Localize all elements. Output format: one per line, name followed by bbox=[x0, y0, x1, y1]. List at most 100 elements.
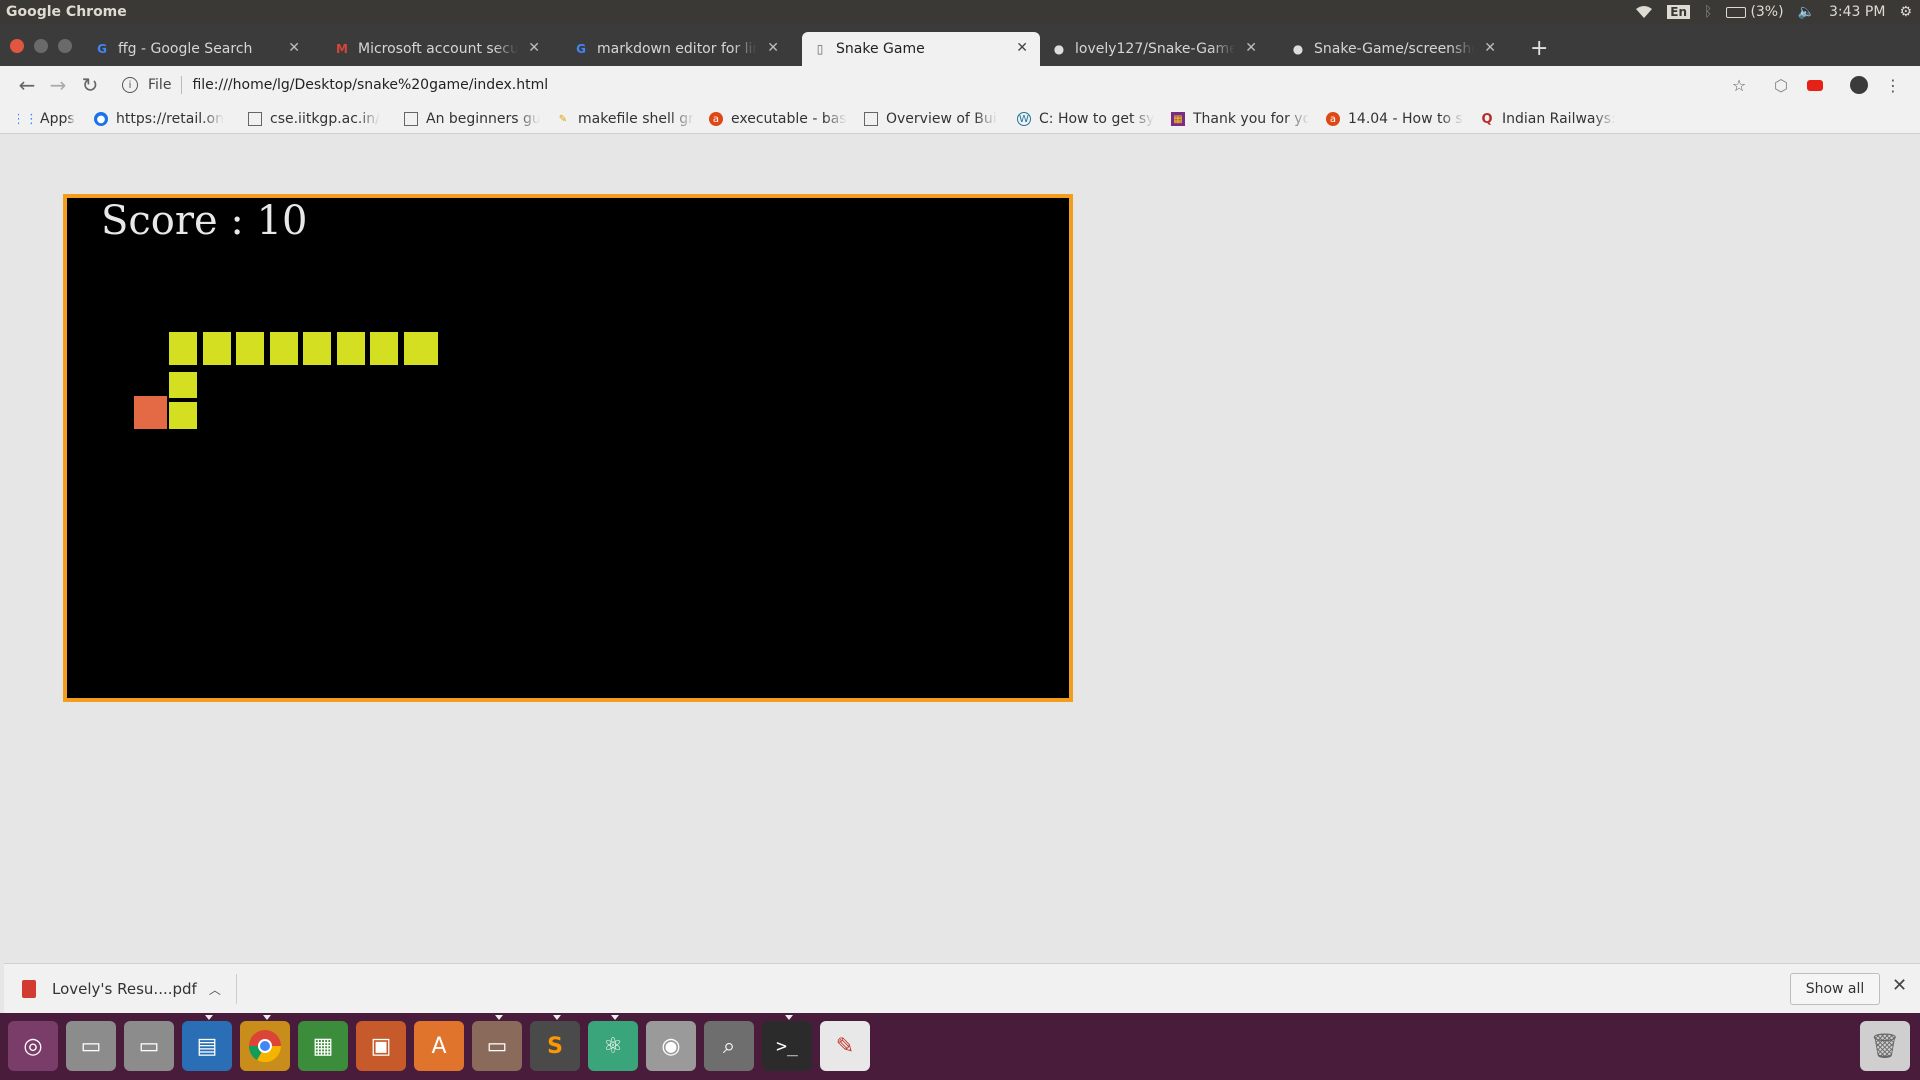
files-icon[interactable]: ▭ bbox=[472, 1021, 522, 1071]
askubuntu-icon: a bbox=[709, 112, 723, 126]
battery-percent: (3%) bbox=[1750, 4, 1784, 20]
pdf-reader-icon[interactable]: ✎ bbox=[820, 1021, 870, 1071]
impress-icon[interactable]: ▣ bbox=[356, 1021, 406, 1071]
bookmark-beginners-guide[interactable]: An beginners gu bbox=[404, 109, 540, 129]
atom-icon[interactable]: ⚛ bbox=[588, 1021, 638, 1071]
download-file-name: Lovely's Resu....pdf bbox=[52, 980, 197, 998]
address-bar[interactable]: i File file:///home/lg/Desktop/snake%20g… bbox=[112, 70, 1752, 100]
bookmark-apps[interactable]: ⋮⋮ Apps bbox=[18, 109, 90, 129]
window-close-button[interactable] bbox=[10, 39, 24, 53]
snake-segment bbox=[303, 332, 331, 365]
tab-github-snake-game[interactable]: ● lovely127/Snake-Game: A ✕ bbox=[1041, 32, 1269, 66]
url-text[interactable]: file:///home/lg/Desktop/snake%20game/ind… bbox=[192, 77, 548, 93]
ubuntu-launcher: ◎ ▭ ▭ ▤ ▦ ▣ A ▭ S ⚛ ◉ ⌕ >_ ✎ 🗑 bbox=[0, 1013, 1920, 1080]
disk-drive-icon[interactable]: ▭ bbox=[66, 1021, 116, 1071]
bookmark-indian-railways[interactable]: Q Indian Railways: bbox=[1480, 109, 1620, 129]
show-all-button[interactable]: Show all bbox=[1790, 973, 1880, 1005]
game-canvas[interactable]: Score : 10 bbox=[63, 194, 1073, 702]
tab-title: markdown editor for linu bbox=[597, 41, 757, 57]
back-icon[interactable]: ← bbox=[14, 72, 40, 98]
page-content: Score : 10 bbox=[4, 135, 1920, 963]
volume-icon[interactable]: 🔈 bbox=[1798, 4, 1815, 20]
tab-ffg-google-search[interactable]: G ffg - Google Search ✕ bbox=[84, 32, 312, 66]
bookmark-retail[interactable]: ● https://retail.on bbox=[94, 109, 234, 129]
close-icon[interactable]: ✕ bbox=[1484, 40, 1496, 56]
snake-segment bbox=[169, 372, 197, 398]
forward-icon[interactable]: → bbox=[45, 72, 71, 98]
tab-title: Microsoft account securi bbox=[358, 41, 518, 57]
lightbulb-icon: ✎ bbox=[558, 113, 568, 125]
bluetooth-icon[interactable]: ᛒ bbox=[1704, 4, 1712, 20]
tab-title: lovely127/Snake-Game: A bbox=[1075, 41, 1235, 57]
close-icon[interactable]: ✕ bbox=[288, 40, 300, 56]
chevron-up-icon[interactable]: ︿ bbox=[209, 981, 221, 998]
image-viewer-icon[interactable]: ⌕ bbox=[704, 1021, 754, 1071]
gear-icon[interactable]: ⚙ bbox=[1899, 4, 1912, 20]
writer-icon[interactable]: ▤ bbox=[182, 1021, 232, 1071]
close-icon[interactable]: ✕ bbox=[1245, 40, 1257, 56]
running-indicator bbox=[785, 1015, 793, 1020]
info-icon[interactable]: i bbox=[122, 77, 138, 93]
browser-toolbar: ← → ↻ i File file:///home/lg/Desktop/sna… bbox=[0, 66, 1920, 104]
tab-markdown-editor[interactable]: G markdown editor for linu ✕ bbox=[563, 32, 791, 66]
pdf-file-icon bbox=[22, 980, 36, 998]
ubuntu-dash-icon[interactable]: ◎ bbox=[8, 1021, 58, 1071]
reload-icon[interactable]: ↻ bbox=[77, 72, 103, 98]
running-indicator bbox=[205, 1015, 213, 1020]
wifi-icon[interactable] bbox=[1635, 5, 1653, 19]
sublime-text-icon[interactable]: S bbox=[530, 1021, 580, 1071]
bookmark-c-how-to-get[interactable]: W C: How to get sy bbox=[1017, 109, 1155, 129]
window-minimize-button[interactable] bbox=[34, 39, 48, 53]
window-maximize-button[interactable] bbox=[58, 39, 72, 53]
terminal-icon[interactable]: >_ bbox=[762, 1021, 812, 1071]
google-icon: G bbox=[576, 42, 586, 56]
tab-github-screenshots[interactable]: ● Snake-Game/screenshots ✕ bbox=[1280, 32, 1508, 66]
divider bbox=[236, 974, 237, 1004]
bookmark-thank-you[interactable]: ▦ Thank you for yo bbox=[1171, 109, 1309, 129]
chrome-icon[interactable] bbox=[240, 1021, 290, 1071]
close-icon[interactable]: ✕ bbox=[767, 40, 779, 56]
bookmarks-bar: ⋮⋮ Apps ● https://retail.on cse.iitkgp.a… bbox=[0, 104, 1920, 134]
bookmark-star-icon[interactable]: ☆ bbox=[1728, 74, 1750, 96]
snake-head bbox=[404, 332, 438, 365]
system-tray: En ᛒ (3%) 🔈 3:43 PM ⚙ bbox=[1635, 0, 1912, 24]
bookmark-executable-bash[interactable]: a executable - bas bbox=[709, 109, 847, 129]
github-icon: ● bbox=[1053, 42, 1065, 56]
avatar[interactable] bbox=[1848, 74, 1870, 96]
trash-icon[interactable]: 🗑 bbox=[1860, 1021, 1910, 1071]
bookmark-overview-of-builds[interactable]: Overview of Bui bbox=[864, 109, 1002, 129]
download-item[interactable]: Lovely's Resu....pdf ︿ bbox=[22, 976, 221, 1002]
disk-drive-icon[interactable]: ▭ bbox=[124, 1021, 174, 1071]
running-indicator bbox=[553, 1015, 561, 1020]
download-shelf: Lovely's Resu....pdf ︿ Show all ✕ bbox=[4, 963, 1920, 1013]
score-label: Score : 10 bbox=[101, 198, 308, 244]
page-icon bbox=[404, 112, 418, 126]
globe-icon: ● bbox=[94, 112, 108, 126]
extension-shield-icon[interactable]: ⬡ bbox=[1770, 74, 1792, 96]
bookmark-makefile-shell[interactable]: ✎ makefile shell gr bbox=[556, 109, 694, 129]
tab-snake-game[interactable]: ▯ Snake Game ✕ bbox=[802, 32, 1040, 66]
calc-icon[interactable]: ▦ bbox=[298, 1021, 348, 1071]
bookmark-14-04-how-to[interactable]: a 14.04 - How to se bbox=[1326, 109, 1464, 129]
menu-icon[interactable]: ⋮ bbox=[1882, 74, 1904, 96]
close-icon[interactable]: ✕ bbox=[528, 40, 540, 56]
snake-segment bbox=[337, 332, 365, 365]
youtube-extension-icon[interactable] bbox=[1804, 74, 1826, 96]
page-icon bbox=[248, 112, 262, 126]
gmail-icon: M bbox=[336, 42, 348, 56]
bookmark-cse-iitkgp[interactable]: cse.iitkgp.ac.in/ bbox=[248, 109, 382, 129]
clock[interactable]: 3:43 PM bbox=[1829, 4, 1885, 20]
software-center-icon[interactable]: A bbox=[414, 1021, 464, 1071]
close-icon[interactable]: ✕ bbox=[1016, 40, 1028, 56]
tab-title: Snake-Game/screenshots bbox=[1314, 41, 1474, 57]
page-icon: ▯ bbox=[816, 42, 824, 56]
app-title: Google Chrome bbox=[6, 4, 127, 20]
close-icon[interactable]: ✕ bbox=[1892, 975, 1907, 996]
battery-indicator[interactable]: (3%) bbox=[1726, 4, 1784, 20]
screenshot-icon[interactable]: ◉ bbox=[646, 1021, 696, 1071]
tab-title: ffg - Google Search bbox=[118, 41, 253, 57]
new-tab-button[interactable]: + bbox=[1530, 38, 1548, 60]
tab-microsoft-account[interactable]: M Microsoft account securi ✕ bbox=[324, 32, 552, 66]
apps-grid-icon: ⋮⋮ bbox=[18, 111, 38, 127]
keyboard-layout-indicator[interactable]: En bbox=[1667, 5, 1691, 19]
